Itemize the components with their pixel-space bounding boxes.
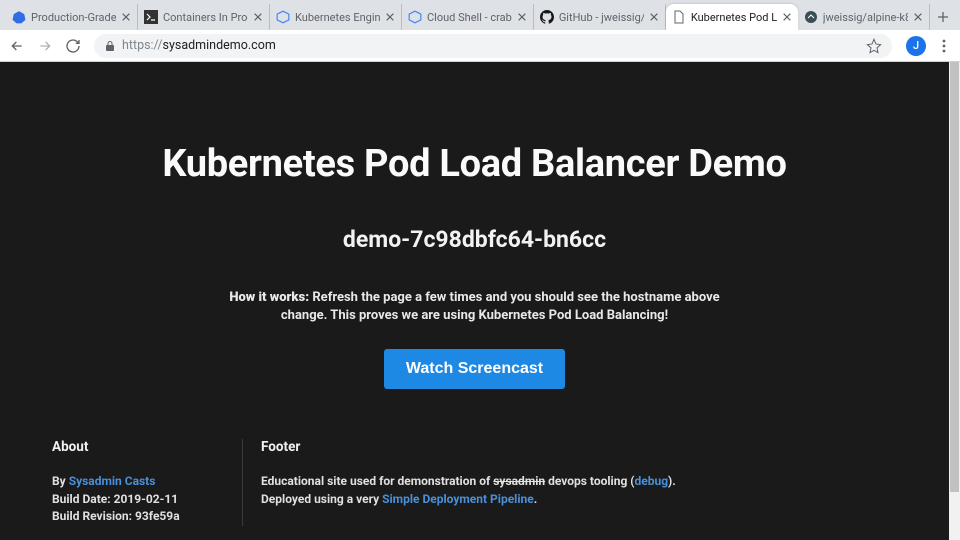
close-icon[interactable]: [121, 12, 131, 22]
lock-icon: [104, 40, 116, 52]
debug-link[interactable]: debug: [634, 474, 668, 488]
tab-title: Containers In Prod: [163, 11, 248, 24]
tab-title: GitHub - jweissig/: [559, 11, 644, 24]
page-title: Kubernetes Pod Load Balancer Demo: [60, 142, 889, 186]
new-tab-button[interactable]: [930, 4, 956, 30]
footer-line-1: Educational site used for demonstration …: [261, 473, 897, 490]
reload-button[interactable]: [62, 35, 84, 57]
docker-icon: [804, 10, 818, 24]
build-date: Build Date: 2019-02-11: [52, 491, 222, 508]
pipeline-link[interactable]: Simple Deployment Pipeline: [382, 492, 534, 506]
footer-heading: Footer: [261, 439, 897, 455]
browser-tab[interactable]: Containers In Prod: [138, 4, 270, 30]
browser-tab[interactable]: jweissig/alpine-k8: [798, 4, 930, 30]
sysadmin-casts-link[interactable]: Sysadmin Casts: [69, 474, 156, 488]
back-button[interactable]: [6, 35, 28, 57]
browser-tab-active[interactable]: Kubernetes Pod Lo: [666, 4, 798, 30]
browser-tab[interactable]: Kubernetes Engine: [270, 4, 402, 30]
tab-title: Kubernetes Engine: [295, 11, 380, 24]
github-icon: [540, 10, 554, 24]
about-by-line: By Sysadmin Casts: [52, 473, 222, 490]
close-icon[interactable]: [517, 12, 527, 22]
tab-title: jweissig/alpine-k8: [823, 11, 908, 24]
gcp-hexagon-icon: [276, 10, 290, 24]
browser-tab[interactable]: Cloud Shell - crab: [402, 4, 534, 30]
browser-toolbar: https://sysadmindemo.com J: [0, 30, 960, 62]
vertical-scrollbar[interactable]: [949, 62, 960, 540]
close-icon[interactable]: [253, 12, 263, 22]
tab-title: Production-Grade: [31, 11, 116, 24]
url-text: https://sysadmindemo.com: [122, 38, 276, 53]
profile-avatar[interactable]: J: [906, 36, 926, 56]
forward-button[interactable]: [34, 35, 56, 57]
tab-title: Kubernetes Pod Lo: [691, 11, 777, 24]
close-icon[interactable]: [649, 12, 659, 22]
watch-screencast-button[interactable]: Watch Screencast: [384, 349, 565, 389]
browser-tab[interactable]: Production-Grade: [6, 4, 138, 30]
how-it-works-text: How it works: Refresh the page a few tim…: [215, 289, 735, 325]
gcp-hexagon-icon: [408, 10, 422, 24]
bookmark-star-icon[interactable]: [866, 38, 882, 54]
about-heading: About: [52, 439, 222, 455]
address-bar[interactable]: https://sysadmindemo.com: [94, 34, 892, 58]
build-revision: Build Revision: 93fe59a: [52, 508, 222, 525]
tab-strip: Production-Grade Containers In Prod Kube…: [0, 0, 960, 30]
chrome-menu-icon[interactable]: [936, 38, 952, 54]
page-content: Kubernetes Pod Load Balancer Demo demo-7…: [0, 62, 949, 540]
close-icon[interactable]: [782, 12, 792, 22]
page-icon: [672, 10, 686, 24]
footer-line-2: Deployed using a very Simple Deployment …: [261, 491, 897, 508]
scrollbar-thumb[interactable]: [950, 62, 959, 492]
close-icon[interactable]: [385, 12, 395, 22]
tab-title: Cloud Shell - crab: [427, 11, 512, 24]
kubernetes-icon: [12, 10, 26, 24]
cloud-shell-icon: [144, 10, 158, 24]
browser-tab[interactable]: GitHub - jweissig/: [534, 4, 666, 30]
pod-hostname: demo-7c98dbfc64-bn6cc: [60, 226, 889, 253]
close-icon[interactable]: [913, 12, 923, 22]
viewport: Kubernetes Pod Load Balancer Demo demo-7…: [0, 62, 960, 540]
